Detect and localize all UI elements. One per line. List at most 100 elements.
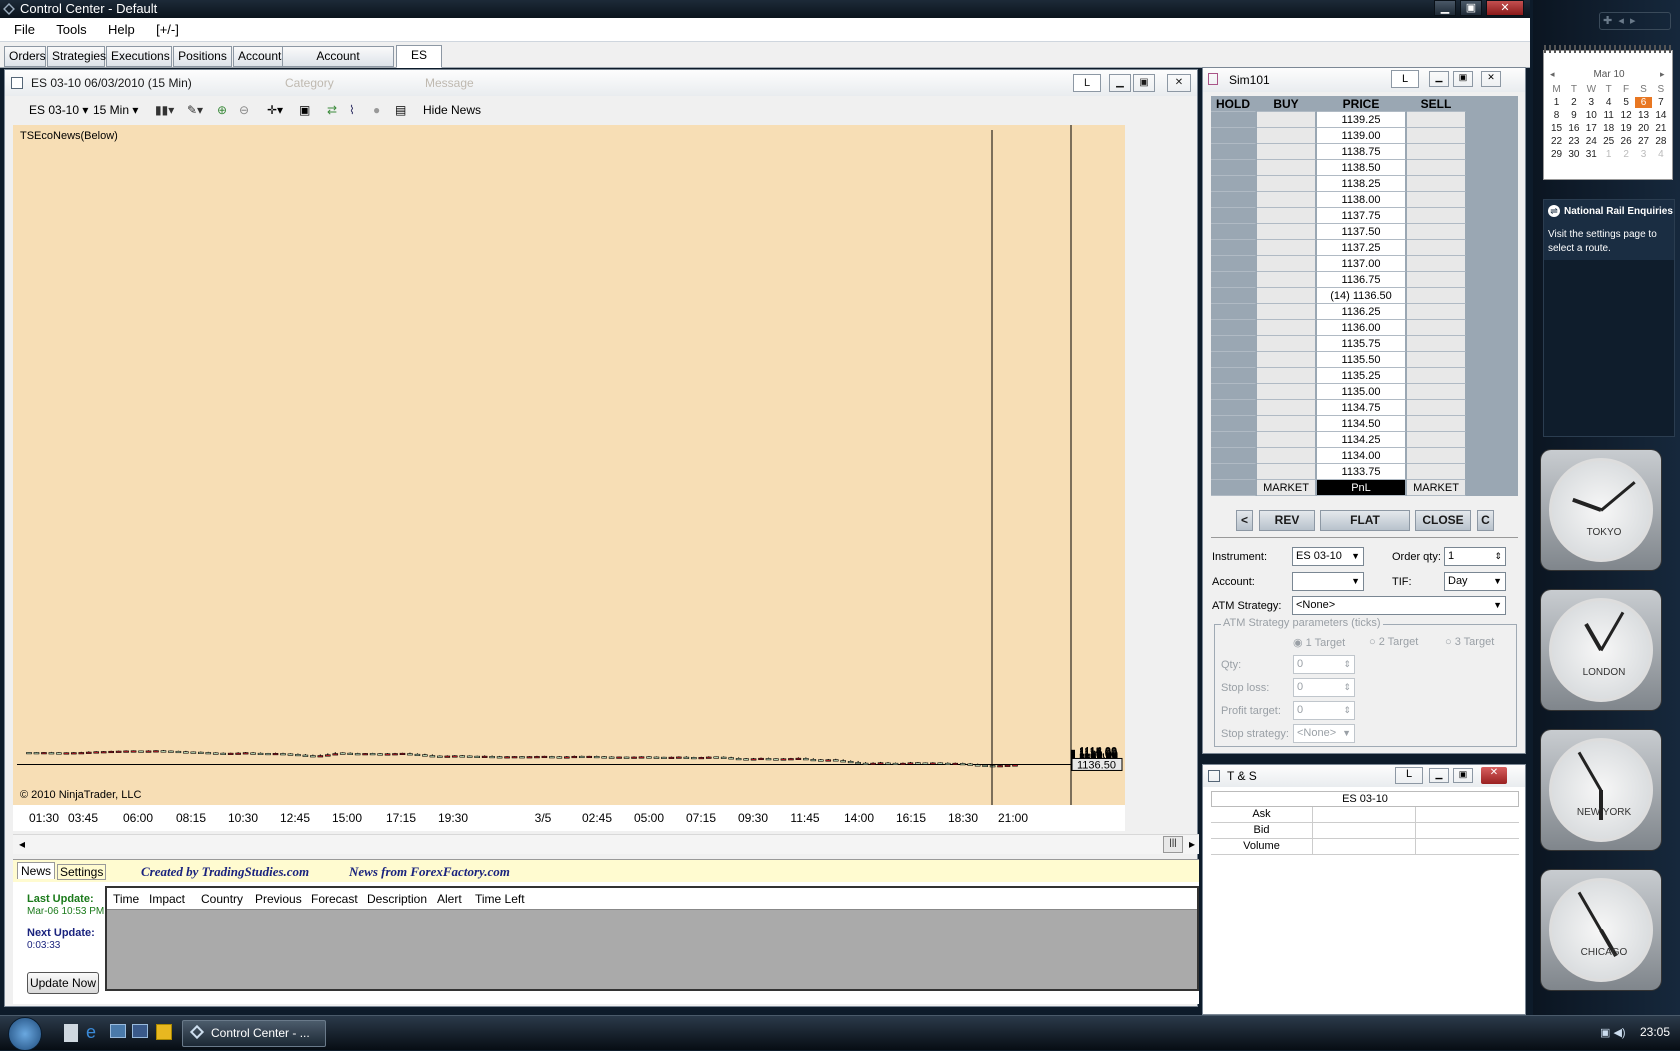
data-box-icon[interactable]: ▤ [395, 99, 406, 121]
news-column-header[interactable]: Time [113, 892, 139, 906]
calendar-day[interactable]: 4 [1600, 97, 1617, 108]
buy-cell[interactable] [1257, 224, 1316, 240]
calendar-day[interactable]: 22 [1548, 136, 1565, 147]
buy-cell[interactable] [1257, 432, 1316, 448]
calendar-day[interactable]: 10 [1583, 110, 1600, 121]
sell-cell[interactable] [1407, 320, 1466, 336]
clock-chicago[interactable]: CHICAGO [1541, 870, 1661, 990]
calendar-day[interactable]: 9 [1565, 110, 1582, 121]
calendar-day[interactable]: 3 [1635, 149, 1652, 160]
account-select[interactable]: ▼ [1292, 572, 1364, 591]
tab-executions[interactable]: Executions [106, 46, 172, 67]
rail-gadget[interactable]: ⇌ National Rail Enquiries Visit the sett… [1543, 199, 1675, 437]
target1-radio[interactable]: ◉ 1 Target [1293, 636, 1345, 649]
calendar-gadget[interactable]: ◂ Mar 10 ▸ M T W T F S S 1 2 3 4 5 6 7 8 9 10 11 12 13 14 15 1… [1543, 45, 1674, 180]
buy-cell[interactable] [1257, 336, 1316, 352]
calendar-day[interactable]: 12 [1618, 110, 1635, 121]
sell-cell[interactable] [1407, 352, 1466, 368]
scroll-right-icon[interactable]: ▸ [1189, 837, 1195, 851]
qty-field[interactable]: 0 ⇕ [1293, 655, 1355, 674]
gadget-controls[interactable]: ✚ ◂ ▸ [1599, 12, 1671, 30]
profit-target-field[interactable]: 0 ⇕ [1293, 701, 1355, 720]
sell-cell[interactable] [1407, 176, 1466, 192]
update-now-button[interactable]: Update Now [27, 972, 99, 994]
calendar-day[interactable]: 1 [1600, 149, 1617, 160]
maximize-button[interactable]: ▣ [1460, 0, 1482, 16]
buy-cell[interactable] [1257, 320, 1316, 336]
ts-maximize-button[interactable]: ▣ [1453, 768, 1473, 783]
sell-cell[interactable] [1407, 464, 1466, 480]
calendar-day[interactable]: 14 [1652, 110, 1669, 121]
sell-cell[interactable] [1407, 160, 1466, 176]
instrument-select[interactable]: ES 03-10 ▼ [1292, 547, 1364, 566]
scroll-left-icon[interactable]: ◂ [19, 837, 25, 851]
calendar-day[interactable]: 3 [1583, 97, 1600, 108]
buy-cell[interactable] [1257, 272, 1316, 288]
calendar-day[interactable]: 29 [1548, 149, 1565, 160]
calendar-day[interactable]: 4 [1652, 149, 1669, 160]
calendar-day[interactable]: 31 [1583, 149, 1600, 160]
sell-cell[interactable] [1407, 192, 1466, 208]
news-column-header[interactable]: Forecast [311, 892, 358, 906]
tab-account-performance[interactable]: Account Performance [282, 46, 394, 82]
stop-strategy-select[interactable]: <None> ▼ [1293, 724, 1355, 743]
tab-orders[interactable]: Orders [4, 46, 46, 67]
market-sell-button[interactable]: MARKET [1407, 480, 1466, 496]
circle-icon[interactable]: ● [373, 99, 380, 121]
sell-cell[interactable] [1407, 336, 1466, 352]
sell-cell[interactable] [1407, 288, 1466, 304]
news-column-header[interactable]: Country [201, 892, 243, 906]
instrument-selector[interactable]: ES 03-10 ▾ [29, 99, 88, 121]
calendar-day[interactable]: 26 [1618, 136, 1635, 147]
sell-cell[interactable] [1407, 368, 1466, 384]
buy-cell[interactable] [1257, 288, 1316, 304]
tab-accounts[interactable]: Accounts [233, 46, 289, 67]
calendar-day[interactable]: 20 [1635, 123, 1652, 134]
sell-cell[interactable] [1407, 448, 1466, 464]
clock-london[interactable]: LONDON [1541, 590, 1661, 710]
news-tab[interactable]: News [17, 862, 56, 879]
buy-cell[interactable] [1257, 400, 1316, 416]
tab-strategies[interactable]: Strategies [47, 46, 106, 67]
chart-maximize-button[interactable]: ▣ [1133, 74, 1155, 92]
dom-c-button[interactable]: C [1477, 510, 1494, 531]
news-column-header[interactable]: Previous [255, 892, 302, 906]
sell-cell[interactable] [1407, 144, 1466, 160]
close-button[interactable]: ✕ [1486, 0, 1524, 16]
ts-close-button[interactable]: ✕ [1481, 767, 1507, 784]
strategy-icon[interactable]: ⇄ [327, 99, 337, 121]
minimize-button[interactable]: ▁ [1434, 0, 1456, 16]
superdom-titlebar[interactable]: Sim101 L ▁ ▣ ✕ [1203, 68, 1525, 92]
dom-close-button[interactable]: ✕ [1481, 71, 1501, 87]
calendar-day[interactable]: 24 [1583, 136, 1600, 147]
news-column-header[interactable]: Impact [149, 892, 185, 906]
calendar-day[interactable]: 30 [1565, 149, 1582, 160]
buy-cell[interactable] [1257, 304, 1316, 320]
dom-link-button[interactable]: L [1391, 70, 1419, 88]
horizontal-scrollbar[interactable]: ◂ ||| ▸ [13, 834, 1199, 854]
sell-cell[interactable] [1407, 256, 1466, 272]
chart-titlebar[interactable]: ES 03-10 06/03/2010 (15 Min) Category Me… [5, 70, 1197, 96]
settings-tab[interactable]: Settings [57, 864, 107, 880]
clock-tokyo[interactable]: TOKYO [1541, 450, 1661, 570]
buy-cell[interactable] [1257, 112, 1316, 128]
sell-cell[interactable] [1407, 384, 1466, 400]
calendar-day[interactable]: 13 [1635, 110, 1652, 121]
sell-cell[interactable] [1407, 432, 1466, 448]
rev-button[interactable]: REV [1259, 510, 1315, 531]
calendar-day[interactable]: 18 [1600, 123, 1617, 134]
cal-next-icon[interactable]: ▸ [1660, 69, 1665, 80]
sell-cell[interactable] [1407, 112, 1466, 128]
calendar-day[interactable]: 7 [1652, 97, 1669, 108]
scroll-thumb[interactable]: ||| [1163, 836, 1183, 853]
crosshair-icon[interactable]: ✛▾ [267, 99, 283, 121]
properties-icon[interactable]: ▣ [299, 99, 310, 121]
calendar-day[interactable]: 17 [1583, 123, 1600, 134]
calendar-day[interactable]: 23 [1565, 136, 1582, 147]
target3-radio[interactable]: ○ 3 Target [1445, 636, 1494, 648]
order-qty-field[interactable]: 1 ⇕ [1444, 547, 1506, 566]
buy-cell[interactable] [1257, 256, 1316, 272]
ts-minimize-button[interactable]: ▁ [1429, 768, 1449, 783]
sell-cell[interactable] [1407, 208, 1466, 224]
buy-cell[interactable] [1257, 176, 1316, 192]
